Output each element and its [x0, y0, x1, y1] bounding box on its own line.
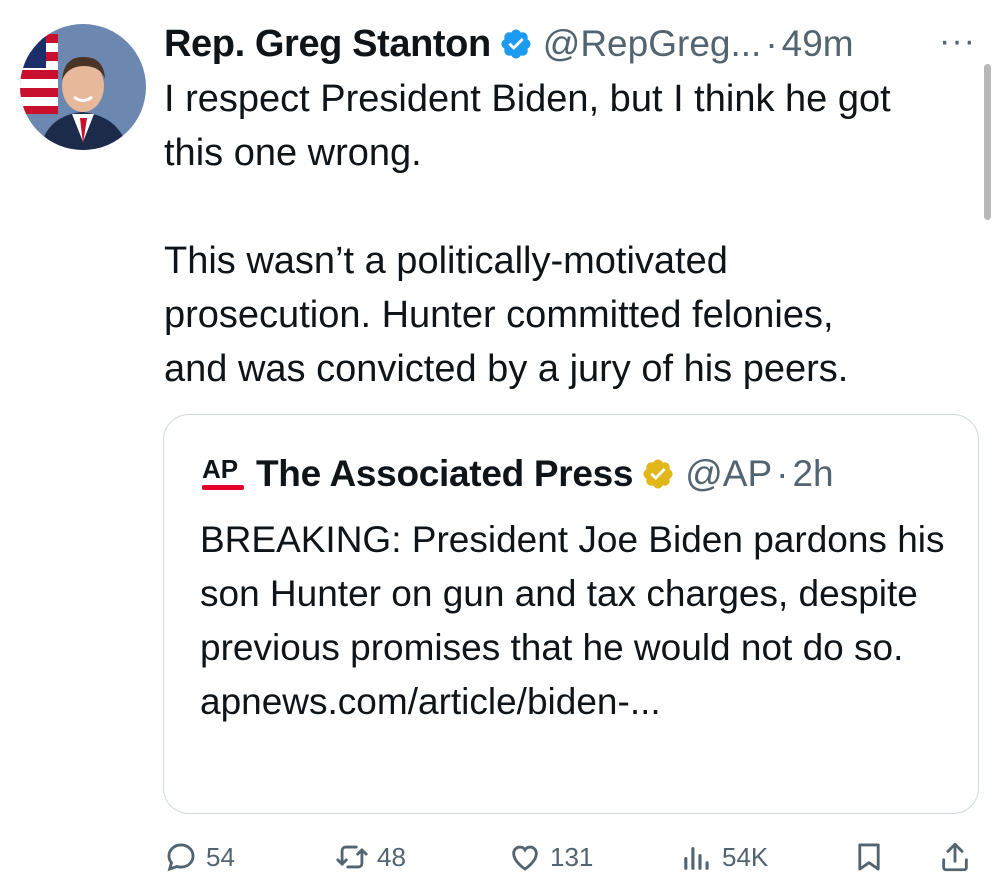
like-button[interactable]: 131 [508, 832, 593, 882]
tweet-action-bar: 54 48 131 54K [0, 832, 1000, 882]
share-button[interactable] [938, 832, 980, 882]
tweet-text: I respect President Biden, but I think h… [164, 78, 891, 390]
repost-count: 48 [377, 841, 406, 872]
ap-logo: AP [202, 454, 244, 490]
views-count: 54K [722, 841, 769, 872]
author-handle[interactable]: @RepGreg... [543, 23, 762, 65]
quoted-tweet-card[interactable]: AP The Associated Press @AP · 2h BREAKIN… [163, 414, 979, 814]
reply-count: 54 [206, 841, 235, 872]
share-icon [942, 842, 968, 872]
reply-icon [167, 843, 195, 872]
author-name[interactable]: Rep. Greg Stanton [164, 23, 491, 66]
quoted-timestamp[interactable]: 2h [792, 453, 833, 495]
verified-badge-gold-icon [643, 459, 673, 489]
bookmark-icon [858, 843, 880, 871]
scrollbar[interactable] [984, 64, 991, 220]
ap-logo-text: AP [202, 454, 238, 484]
verified-badge-icon [501, 29, 531, 59]
repost-button[interactable]: 48 [335, 832, 406, 882]
like-icon [512, 845, 538, 871]
like-count: 131 [550, 841, 594, 872]
separator-dot: · [765, 23, 778, 64]
quoted-separator-dot: · [776, 453, 789, 494]
quoted-author-handle[interactable]: @AP [685, 453, 772, 495]
repost-icon [336, 845, 368, 869]
more-options-icon[interactable]: ··· [939, 22, 976, 61]
views-icon [684, 847, 709, 870]
reply-button[interactable]: 54 [164, 832, 235, 882]
tweet-header: Rep. Greg Stanton @RepGreg... · 49m ··· [164, 20, 984, 68]
views-button[interactable]: 54K [680, 832, 768, 882]
quoted-tweet-text: BREAKING: President Joe Biden pardons hi… [200, 519, 945, 722]
author-avatar[interactable] [20, 24, 146, 150]
quoted-tweet-header: AP The Associated Press @AP · 2h [200, 449, 834, 499]
tweet-timestamp[interactable]: 49m [782, 23, 854, 65]
bookmark-button[interactable] [852, 832, 894, 882]
quoted-author-name[interactable]: The Associated Press [256, 453, 634, 495]
